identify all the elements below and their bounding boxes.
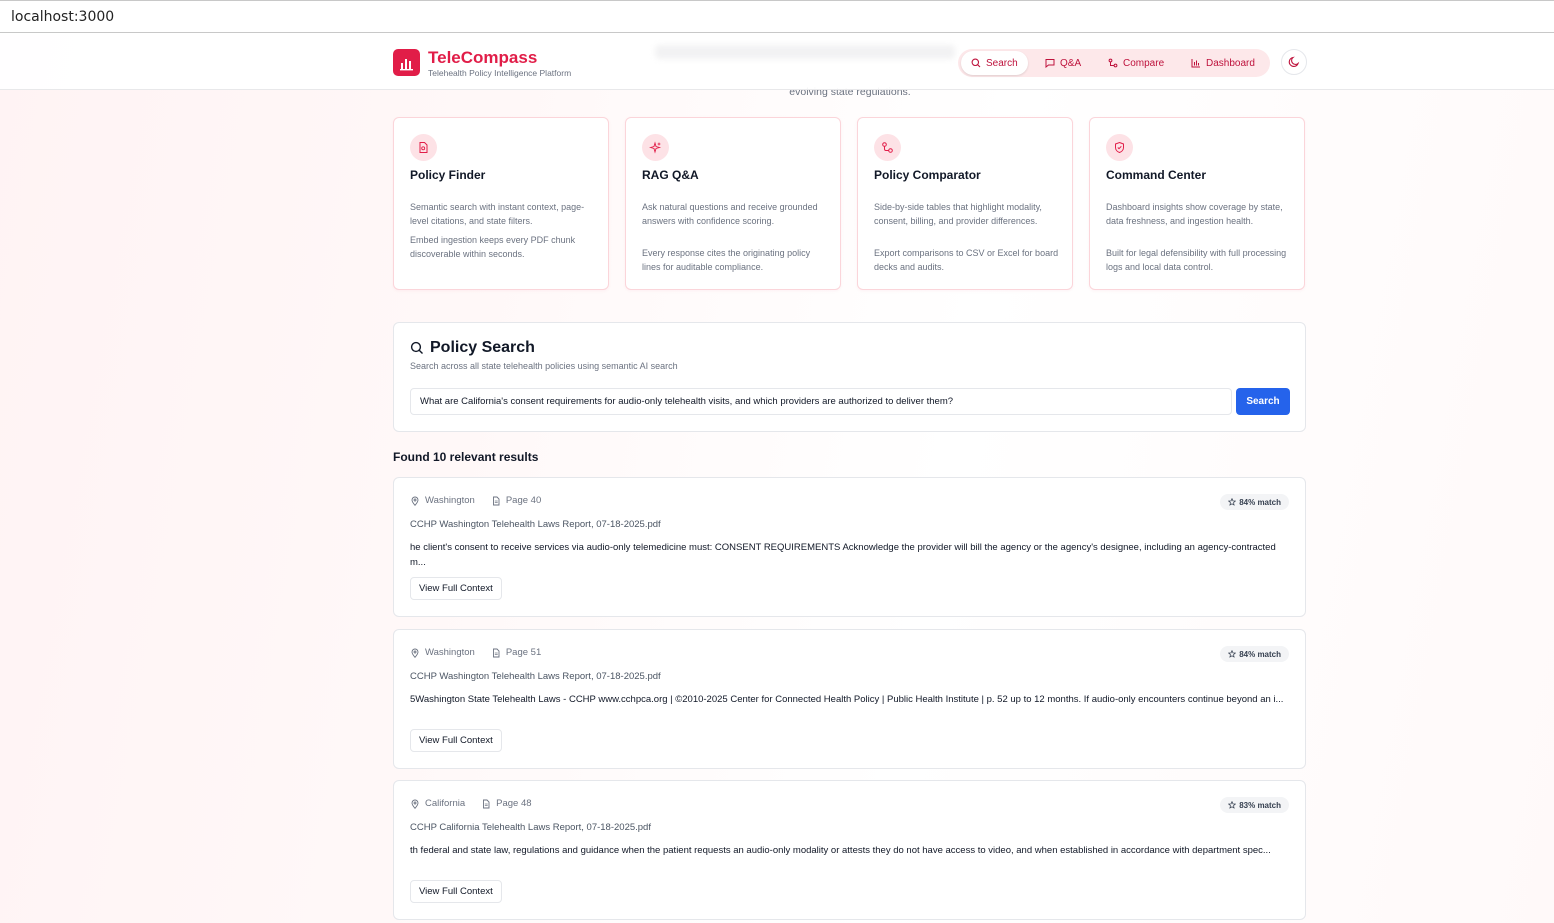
feature-text-primary: Side-by-side tables that highlight modal… (874, 202, 1042, 226)
search-icon (410, 341, 423, 354)
sparkles-icon (642, 134, 669, 161)
browser-address-bar[interactable]: localhost:3000 (0, 0, 1554, 33)
feature-title: Policy Comparator (874, 168, 981, 182)
result-page: Page 51 (505, 647, 542, 658)
shield-check-icon (1106, 134, 1133, 161)
feature-title: Policy Finder (410, 168, 486, 182)
page: evolving state regulations. TeleCompass … (0, 35, 1554, 923)
star-icon (1228, 498, 1237, 506)
result-snippet: 5Washington State Telehealth Laws - CCHP… (410, 694, 1284, 705)
search-button[interactable]: Search (1236, 388, 1290, 415)
result-state: Washington (425, 647, 475, 658)
feature-title: Command Center (1106, 168, 1207, 182)
nav-compare-label: Compare (1123, 57, 1165, 69)
feature-card-policy-finder: Policy Finder Semantic search with insta… (393, 117, 609, 290)
compare-arrows-icon (1108, 58, 1118, 68)
view-full-context-button[interactable]: View Full Context (410, 880, 502, 903)
result-meta: Washington Page 40 (410, 495, 541, 506)
policy-search-title: Policy Search (430, 339, 535, 356)
result-document-name[interactable]: CCHP Washington Telehealth Laws Report, … (410, 671, 661, 682)
match-badge: 84% match (1220, 494, 1289, 510)
star-icon (1228, 801, 1237, 809)
feature-text-secondary: Built for legal defensibility with full … (1106, 248, 1287, 272)
result-state: Washington (425, 495, 475, 506)
nav-qa-label: Q&A (1060, 57, 1082, 69)
git-compare-icon (874, 134, 901, 161)
match-score: 84% match (1239, 497, 1281, 507)
message-square-icon (1045, 59, 1055, 68)
result-page: Page 48 (496, 798, 532, 809)
results-count-heading: Found 10 relevant results (393, 450, 539, 464)
nav-dashboard-label: Dashboard (1206, 57, 1255, 69)
feature-card-command-center: Command Center Dashboard insights show c… (1089, 117, 1305, 290)
feature-text-secondary: Every response cites the originating pol… (642, 248, 811, 272)
match-badge: 83% match (1220, 797, 1289, 813)
theme-toggle-button[interactable] (1281, 49, 1307, 75)
hero-ghost-text (655, 45, 955, 59)
feature-card-policy-comparator: Policy Comparator Side-by-side tables th… (857, 117, 1073, 290)
result-state: California (425, 798, 466, 809)
result-meta: Washington Page 51 (410, 647, 541, 658)
logo-icon[interactable] (393, 49, 420, 76)
match-score: 83% match (1239, 800, 1281, 810)
nav-qa[interactable]: Q&A (1035, 51, 1091, 75)
feature-text-primary: Semantic search with instant context, pa… (410, 202, 585, 226)
search-icon (971, 58, 981, 68)
brand-subtitle: Telehealth Policy Intelligence Platform (428, 68, 572, 78)
feature-text-secondary: Embed ingestion keeps every PDF chunk di… (410, 235, 576, 259)
result-snippet: th federal and state law, regulations an… (410, 845, 1271, 856)
map-pin-icon (411, 648, 419, 658)
url-text: localhost:3000 (11, 9, 115, 25)
star-icon (1228, 650, 1237, 658)
document-search-icon (410, 134, 437, 161)
feature-title: RAG Q&A (642, 168, 699, 182)
file-icon (492, 496, 500, 505)
top-header: TeleCompass Telehealth Policy Intelligen… (0, 35, 1554, 90)
feature-text-primary: Ask natural questions and receive ground… (642, 202, 818, 226)
nav-dashboard[interactable]: Dashboard (1181, 51, 1265, 75)
bar-chart-icon (1191, 59, 1200, 68)
result-card: California Page 48 83% match CCHP Califo… (393, 780, 1306, 920)
map-pin-icon (411, 496, 419, 506)
feature-text-primary: Dashboard insights show coverage by stat… (1106, 202, 1283, 226)
feature-text-secondary: Export comparisons to CSV or Excel for b… (874, 248, 1059, 272)
match-score: 84% match (1239, 649, 1281, 659)
moon-icon (1288, 56, 1300, 67)
result-snippet: he client's consent to receive services … (410, 542, 1276, 568)
nav-search-label: Search (986, 57, 1018, 69)
map-pin-icon (411, 799, 419, 809)
result-meta: California Page 48 (410, 798, 532, 809)
main-nav: Search Q&A Compare Dashboard (958, 49, 1270, 77)
file-icon (483, 799, 490, 808)
result-document-name[interactable]: CCHP California Telehealth Laws Report, … (410, 822, 651, 833)
feature-card-rag-qa: RAG Q&A Ask natural questions and receiv… (625, 117, 841, 290)
result-card: Washington Page 51 84% match CCHP Washin… (393, 629, 1306, 769)
nav-compare[interactable]: Compare (1098, 51, 1174, 75)
search-input[interactable] (410, 388, 1232, 415)
view-full-context-button[interactable]: View Full Context (410, 729, 502, 752)
match-badge: 84% match (1220, 646, 1289, 662)
result-document-name[interactable]: CCHP Washington Telehealth Laws Report, … (410, 519, 661, 530)
nav-search[interactable]: Search (961, 51, 1028, 75)
result-page: Page 40 (505, 495, 542, 506)
brand-name[interactable]: TeleCompass (428, 48, 537, 68)
policy-search-panel: Policy Search Search across all state te… (393, 322, 1306, 432)
policy-search-subtitle: Search across all state telehealth polic… (410, 361, 678, 371)
result-card: Washington Page 40 84% match CCHP Washin… (393, 477, 1306, 617)
view-full-context-button[interactable]: View Full Context (410, 577, 502, 600)
file-icon (492, 648, 500, 657)
